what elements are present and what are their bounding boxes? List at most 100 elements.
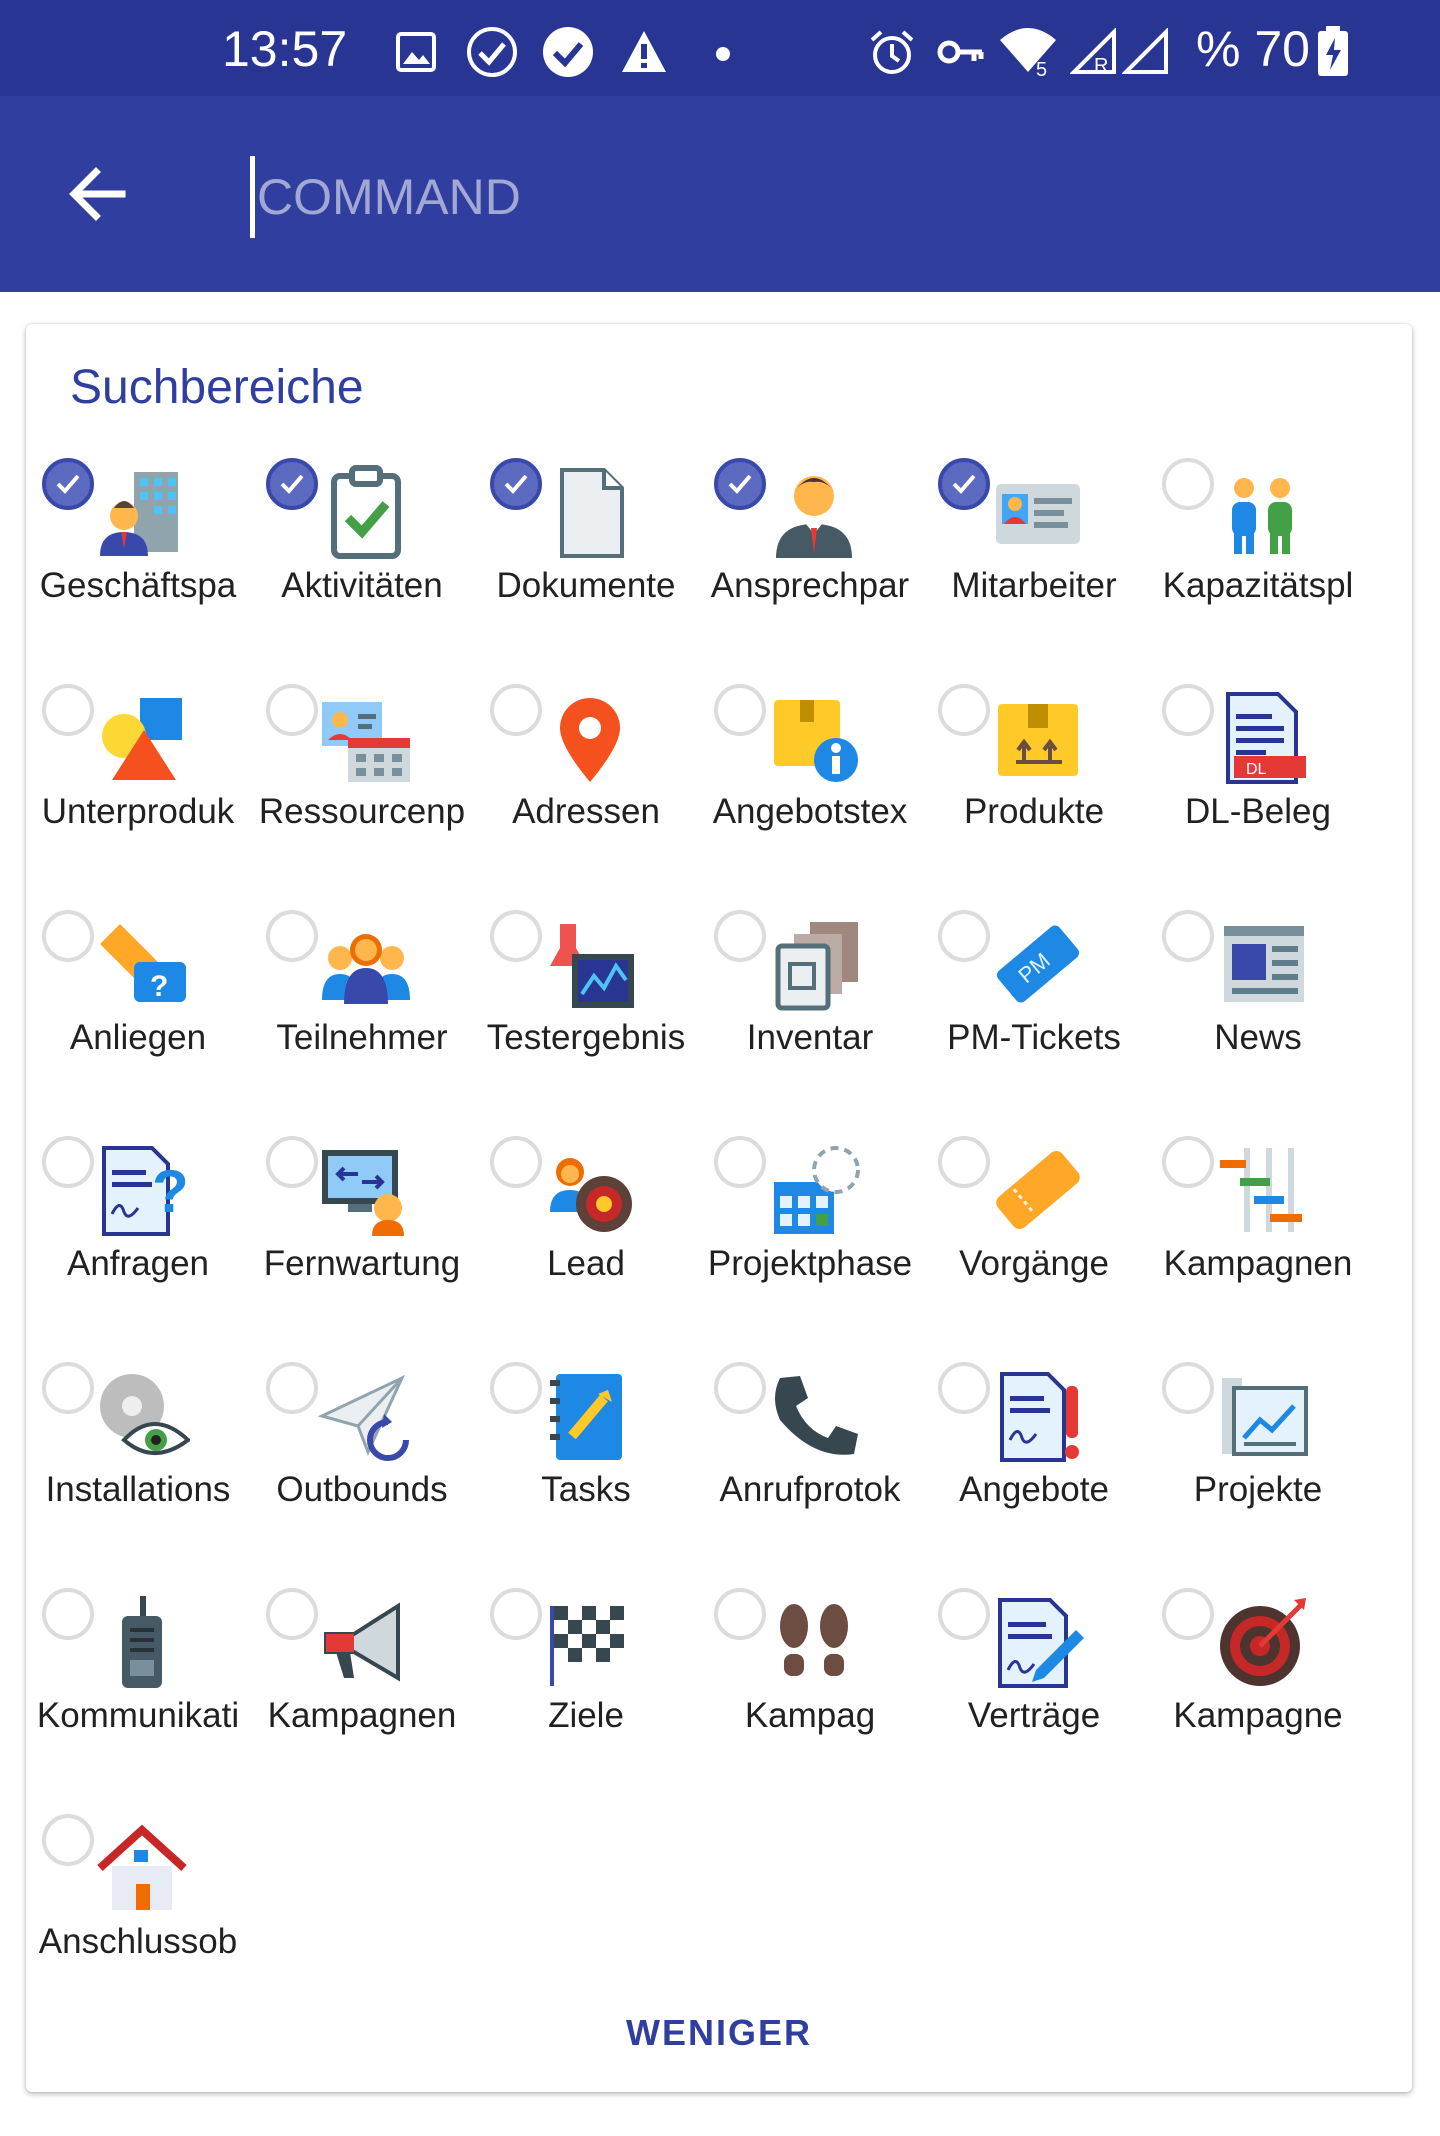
command-search-input[interactable]	[250, 156, 1359, 238]
unchecked-checkbox[interactable]	[42, 1588, 94, 1640]
search-area-item[interactable]: Ansprechpar	[698, 444, 922, 670]
search-area-item[interactable]: Teilnehmer	[250, 896, 474, 1122]
search-area-item[interactable]: Fernwartung	[250, 1122, 474, 1348]
status-time: 13:57	[222, 21, 348, 77]
search-area-label: News	[1214, 1018, 1302, 1057]
unchecked-checkbox[interactable]	[714, 1362, 766, 1414]
search-area-item[interactable]: Installations	[26, 1348, 250, 1574]
svg-text:5: 5	[1036, 59, 1047, 78]
unchecked-checkbox[interactable]	[42, 684, 94, 736]
unchecked-checkbox[interactable]	[1162, 684, 1214, 736]
paper-plane-icon	[318, 1374, 409, 1461]
search-area-item[interactable]: ? Anliegen	[26, 896, 250, 1122]
ticket-question-icon: ?	[100, 924, 186, 1003]
checked-checkbox[interactable]	[938, 458, 990, 510]
unchecked-checkbox[interactable]	[490, 910, 542, 962]
search-area-item[interactable]: DL DL-Beleg	[1146, 670, 1370, 896]
checked-checkbox[interactable]	[266, 458, 318, 510]
search-area-item[interactable]: Kampagne	[1146, 1574, 1370, 1800]
search-area-item[interactable]: News	[1146, 896, 1370, 1122]
search-area-item[interactable]: Kommunikati	[26, 1574, 250, 1800]
unchecked-checkbox[interactable]	[42, 1814, 94, 1866]
svg-text:?: ?	[150, 970, 168, 1003]
search-area-item[interactable]: Dokumente	[474, 444, 698, 670]
search-area-item[interactable]: Ressourcenp	[250, 670, 474, 896]
search-area-item[interactable]: Lead	[474, 1122, 698, 1348]
search-area-label: Unterproduk	[41, 792, 235, 831]
search-area-item[interactable]: Testergebnis	[474, 896, 698, 1122]
checked-checkbox[interactable]	[714, 458, 766, 510]
unchecked-checkbox[interactable]	[490, 1588, 542, 1640]
search-area-item[interactable]: Produkte	[922, 670, 1146, 896]
search-area-item[interactable]: Adressen	[474, 670, 698, 896]
unchecked-checkbox[interactable]	[1162, 1362, 1214, 1414]
unchecked-checkbox[interactable]	[490, 1362, 542, 1414]
lead-target-icon	[550, 1158, 632, 1232]
svg-text:DL: DL	[1246, 761, 1267, 778]
unchecked-checkbox[interactable]	[1162, 1588, 1214, 1640]
search-area-item[interactable]: Outbounds	[250, 1348, 474, 1574]
search-area-item[interactable]: Vorgänge	[922, 1122, 1146, 1348]
unchecked-checkbox[interactable]	[42, 1362, 94, 1414]
search-area-item[interactable]: Kampagnen	[250, 1574, 474, 1800]
pm-ticket-icon: PM	[996, 925, 1080, 1003]
unchecked-checkbox[interactable]	[266, 1362, 318, 1414]
project-chart-icon	[1222, 1378, 1308, 1456]
unchecked-checkbox[interactable]	[938, 1136, 990, 1188]
search-area-item[interactable]: Ziele	[474, 1574, 698, 1800]
checked-checkbox[interactable]	[42, 458, 94, 510]
search-area-item[interactable]: Projekte	[1146, 1348, 1370, 1574]
search-area-item[interactable]: Mitarbeiter	[922, 444, 1146, 670]
search-area-item[interactable]: ? Anfragen	[26, 1122, 250, 1348]
search-area-item[interactable]: Angebote	[922, 1348, 1146, 1574]
unchecked-checkbox[interactable]	[42, 1136, 94, 1188]
search-area-item[interactable]: Unterproduk	[26, 670, 250, 896]
check-icon	[504, 474, 528, 494]
search-area-item[interactable]: Kapazitätspl	[1146, 444, 1370, 670]
search-area-item[interactable]: Verträge	[922, 1574, 1146, 1800]
checked-checkbox[interactable]	[490, 458, 542, 510]
checkered-flag-icon	[550, 1606, 624, 1686]
disc-eye-icon	[100, 1374, 190, 1455]
battery-charging-icon	[1318, 26, 1348, 76]
unchecked-checkbox[interactable]	[42, 910, 94, 962]
search-area-item[interactable]: Tasks	[474, 1348, 698, 1574]
unchecked-checkbox[interactable]	[490, 1136, 542, 1188]
search-area-item[interactable]: Inventar	[698, 896, 922, 1122]
search-area-label: Projekte	[1193, 1470, 1323, 1509]
unchecked-checkbox[interactable]	[490, 684, 542, 736]
business-partner-icon	[100, 472, 178, 556]
unchecked-checkbox[interactable]	[938, 910, 990, 962]
battery-percent: % 70	[1196, 21, 1310, 77]
search-area-item[interactable]: Anrufprotok	[698, 1348, 922, 1574]
search-area-item[interactable]: Projektphase	[698, 1122, 922, 1348]
back-button[interactable]	[62, 158, 134, 230]
search-area-item[interactable]: Geschäftspa	[26, 444, 250, 670]
search-area-item[interactable]: Anschlussob	[26, 1800, 250, 2026]
search-area-item[interactable]: Kampagnen	[1146, 1122, 1370, 1348]
unchecked-checkbox[interactable]	[266, 684, 318, 736]
search-area-item[interactable]: PM PM-Tickets	[922, 896, 1146, 1122]
search-area-item[interactable]: Kampag	[698, 1574, 922, 1800]
unchecked-checkbox[interactable]	[938, 1588, 990, 1640]
unchecked-checkbox[interactable]	[938, 684, 990, 736]
unchecked-checkbox[interactable]	[1162, 1136, 1214, 1188]
unchecked-checkbox[interactable]	[266, 1136, 318, 1188]
search-area-item[interactable]: Aktivitäten	[250, 444, 474, 670]
search-area-label: Verträge	[967, 1696, 1101, 1735]
unchecked-checkbox[interactable]	[1162, 910, 1214, 962]
unchecked-checkbox[interactable]	[1162, 458, 1214, 510]
show-less-button[interactable]: WENIGER	[26, 2012, 1412, 2054]
search-area-label: Kampag	[744, 1696, 876, 1735]
check-circle-outline-icon	[467, 27, 517, 77]
unchecked-checkbox[interactable]	[938, 1362, 990, 1414]
unchecked-checkbox[interactable]	[714, 1136, 766, 1188]
footprints-icon	[780, 1604, 848, 1676]
check-circle-icon	[543, 27, 593, 77]
unchecked-checkbox[interactable]	[714, 910, 766, 962]
search-area-item[interactable]: Angebotstex	[698, 670, 922, 896]
unchecked-checkbox[interactable]	[266, 910, 318, 962]
unchecked-checkbox[interactable]	[266, 1588, 318, 1640]
unchecked-checkbox[interactable]	[714, 684, 766, 736]
unchecked-checkbox[interactable]	[714, 1588, 766, 1640]
